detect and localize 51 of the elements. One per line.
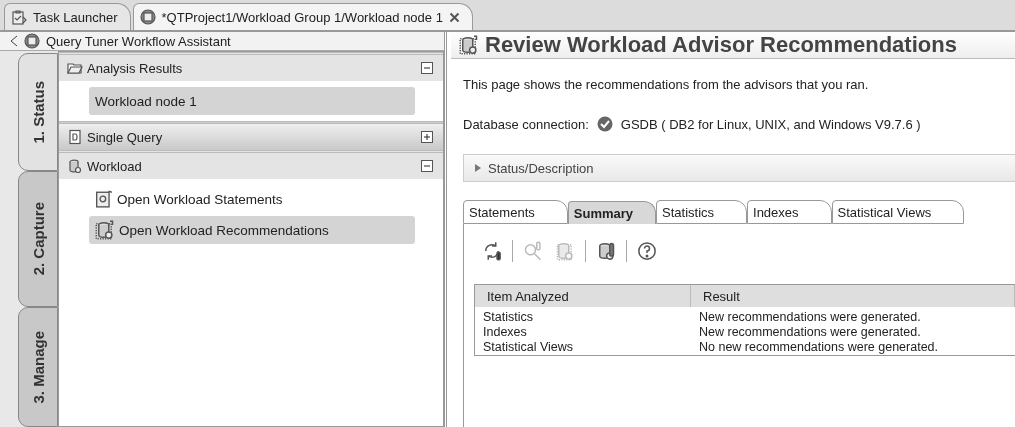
side-tab[interactable]: 2. Capture <box>18 171 58 307</box>
table-cell-text: Statistical Views <box>482 340 575 355</box>
refresh-icon <box>482 241 502 261</box>
editor-tab[interactable]: Task Launcher <box>4 3 131 30</box>
database-document-icon <box>95 220 115 240</box>
caret-right-icon <box>474 164 482 172</box>
section-title: Workload <box>87 158 143 174</box>
editor-tab[interactable]: *QTProject1/Workload Group 1/Workload node 1 <box>132 3 473 30</box>
toolbar-button[interactable] <box>635 239 659 263</box>
section-header[interactable]: Workload <box>59 150 443 179</box>
collapse-icon[interactable] <box>421 160 433 172</box>
table-cell-text: New recommendations were generated. <box>698 325 922 340</box>
folder-icon <box>67 60 83 76</box>
status-section[interactable]: Status/Description <box>463 154 1015 182</box>
section-header[interactable]: Analysis Results <box>59 52 443 81</box>
tab[interactable]: Statistics <box>656 200 748 224</box>
check-icon <box>596 116 613 132</box>
document-icon <box>67 129 83 145</box>
table-cell-text: New recommendations were generated. <box>698 310 922 325</box>
database-icon <box>596 241 616 261</box>
column-header[interactable]: Result <box>691 285 1015 307</box>
section-title: Single Query <box>87 129 164 145</box>
tree-item[interactable]: Workload node 1 <box>89 87 415 115</box>
database-icon <box>67 158 83 174</box>
tab[interactable]: Summary <box>567 201 656 224</box>
side-tab[interactable]: 3. Manage <box>18 307 58 427</box>
page-description: This page shows the recommendations from the advisors that you ran. <box>463 77 870 92</box>
table-cell-text: Indexes <box>482 325 528 340</box>
table-cell-text: Statistics <box>482 310 534 325</box>
close-icon[interactable] <box>448 11 460 23</box>
magnifier-icon <box>523 241 543 261</box>
database-document-icon <box>459 35 479 55</box>
page-title: Review Workload Advisor Recommendations <box>485 32 957 58</box>
side-tab[interactable]: 1. Status <box>18 53 58 171</box>
collapse-icon[interactable] <box>421 62 433 74</box>
help-icon <box>637 241 657 261</box>
clipboard-icon <box>11 9 27 25</box>
document-icon <box>555 241 575 261</box>
panel-title: Query Tuner Workflow Assistant <box>46 33 231 49</box>
tab[interactable]: Statistical Views <box>831 200 965 224</box>
section-title: Analysis Results <box>87 60 184 76</box>
connection-label: Database connection: <box>463 116 589 132</box>
section-header[interactable]: Single Query <box>59 121 443 150</box>
tab[interactable]: Indexes <box>747 200 832 224</box>
table-cell-text: No new recommendations were generated. <box>698 340 940 355</box>
tree-item[interactable]: Open Workload Statements <box>89 185 289 213</box>
tab[interactable]: Statements <box>463 200 568 224</box>
connection-value: GSDB ( DB2 for Linux, UNIX, and Windows V9.7.6 ) <box>620 116 921 132</box>
column-header[interactable]: Item Analyzed <box>475 285 691 307</box>
expand-icon[interactable] <box>421 131 433 143</box>
tree-item[interactable]: Open Workload Recommendations <box>89 216 415 244</box>
